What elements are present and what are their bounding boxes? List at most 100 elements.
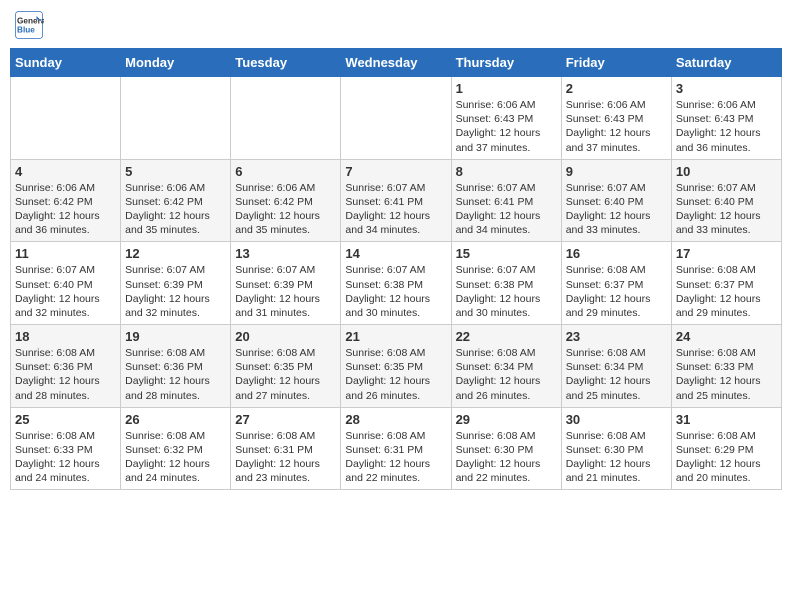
day-info: Sunrise: 6:07 AM Sunset: 6:39 PM Dayligh… [125,263,226,320]
day-number: 27 [235,412,336,427]
calendar-cell: 29 Sunrise: 6:08 AM Sunset: 6:30 PM Dayli… [451,407,561,490]
day-number: 20 [235,329,336,344]
calendar-cell: 27 Sunrise: 6:08 AM Sunset: 6:31 PM Dayli… [231,407,341,490]
svg-text:General: General [17,17,44,26]
day-number: 16 [566,246,667,261]
day-info: Sunrise: 6:08 AM Sunset: 6:34 PM Dayligh… [456,346,557,403]
calendar-cell: 17 Sunrise: 6:08 AM Sunset: 6:37 PM Dayli… [671,242,781,325]
calendar-cell: 30 Sunrise: 6:08 AM Sunset: 6:30 PM Dayli… [561,407,671,490]
day-info: Sunrise: 6:06 AM Sunset: 6:43 PM Dayligh… [676,98,777,155]
day-number: 23 [566,329,667,344]
day-info: Sunrise: 6:08 AM Sunset: 6:34 PM Dayligh… [566,346,667,403]
day-number: 3 [676,81,777,96]
calendar-cell: 1Sunrise: 6:06 AM Sunset: 6:43 PM Daylig… [451,77,561,160]
day-info: Sunrise: 6:07 AM Sunset: 6:38 PM Dayligh… [345,263,446,320]
day-info: Sunrise: 6:08 AM Sunset: 6:33 PM Dayligh… [15,429,116,486]
calendar-cell: 7Sunrise: 6:07 AM Sunset: 6:41 PM Daylig… [341,159,451,242]
day-info: Sunrise: 6:08 AM Sunset: 6:32 PM Dayligh… [125,429,226,486]
day-number: 28 [345,412,446,427]
day-info: Sunrise: 6:08 AM Sunset: 6:30 PM Dayligh… [456,429,557,486]
day-number: 4 [15,164,116,179]
day-info: Sunrise: 6:07 AM Sunset: 6:40 PM Dayligh… [676,181,777,238]
calendar-cell: 5 Sunrise: 6:06 AM Sunset: 6:42 PM Daylig… [121,159,231,242]
day-number: 2 [566,81,667,96]
calendar-cell: 19 Sunrise: 6:08 AM Sunset: 6:36 PM Dayli… [121,325,231,408]
day-info: Sunrise: 6:07 AM Sunset: 6:40 PM Dayligh… [566,181,667,238]
day-info: Sunrise: 6:08 AM Sunset: 6:35 PM Dayligh… [345,346,446,403]
svg-text:Blue: Blue [17,26,35,35]
day-info: Sunrise: 6:07 AM Sunset: 6:41 PM Dayligh… [456,181,557,238]
day-number: 24 [676,329,777,344]
day-info: Sunrise: 6:07 AM Sunset: 6:40 PM Dayligh… [15,263,116,320]
calendar-cell: 10 Sunrise: 6:07 AM Sunset: 6:40 PM Dayli… [671,159,781,242]
day-number: 26 [125,412,226,427]
weekday-header-sunday: Sunday [11,49,121,77]
day-info: Sunrise: 6:08 AM Sunset: 6:37 PM Dayligh… [566,263,667,320]
calendar-cell [121,77,231,160]
calendar-cell: 15 Sunrise: 6:07 AM Sunset: 6:38 PM Dayli… [451,242,561,325]
calendar-cell: 2 Sunrise: 6:06 AM Sunset: 6:43 PM Daylig… [561,77,671,160]
calendar-cell: 16 Sunrise: 6:08 AM Sunset: 6:37 PM Dayli… [561,242,671,325]
calendar-cell: 25 Sunrise: 6:08 AM Sunset: 6:33 PM Dayli… [11,407,121,490]
day-info: Sunrise: 6:06 AM Sunset: 6:42 PM Dayligh… [235,181,336,238]
calendar-cell: 23 Sunrise: 6:08 AM Sunset: 6:34 PM Dayli… [561,325,671,408]
day-number: 9 [566,164,667,179]
day-number: 30 [566,412,667,427]
day-info: Sunrise: 6:07 AM Sunset: 6:41 PM Dayligh… [345,181,446,238]
day-number: 17 [676,246,777,261]
day-info: Sunrise: 6:08 AM Sunset: 6:31 PM Dayligh… [345,429,446,486]
weekday-header-monday: Monday [121,49,231,77]
calendar-cell: 18Sunrise: 6:08 AM Sunset: 6:36 PM Dayli… [11,325,121,408]
day-number: 29 [456,412,557,427]
calendar-cell: 8 Sunrise: 6:07 AM Sunset: 6:41 PM Daylig… [451,159,561,242]
day-info: Sunrise: 6:08 AM Sunset: 6:30 PM Dayligh… [566,429,667,486]
day-number: 19 [125,329,226,344]
weekday-header-saturday: Saturday [671,49,781,77]
day-number: 11 [15,246,116,261]
day-info: Sunrise: 6:07 AM Sunset: 6:38 PM Dayligh… [456,263,557,320]
calendar-cell: 22 Sunrise: 6:08 AM Sunset: 6:34 PM Dayli… [451,325,561,408]
calendar-cell [11,77,121,160]
calendar-cell: 13 Sunrise: 6:07 AM Sunset: 6:39 PM Dayli… [231,242,341,325]
day-number: 18 [15,329,116,344]
day-number: 5 [125,164,226,179]
calendar-cell: 24Sunrise: 6:08 AM Sunset: 6:33 PM Dayli… [671,325,781,408]
calendar-cell: 3 Sunrise: 6:06 AM Sunset: 6:43 PM Daylig… [671,77,781,160]
weekday-header-friday: Friday [561,49,671,77]
day-number: 22 [456,329,557,344]
calendar-cell: 20 Sunrise: 6:08 AM Sunset: 6:35 PM Dayli… [231,325,341,408]
day-number: 15 [456,246,557,261]
page-header: General Blue [10,10,782,40]
day-number: 8 [456,164,557,179]
day-info: Sunrise: 6:06 AM Sunset: 6:43 PM Dayligh… [566,98,667,155]
calendar-cell: 11 Sunrise: 6:07 AM Sunset: 6:40 PM Dayli… [11,242,121,325]
day-info: Sunrise: 6:08 AM Sunset: 6:35 PM Dayligh… [235,346,336,403]
day-info: Sunrise: 6:08 AM Sunset: 6:29 PM Dayligh… [676,429,777,486]
calendar-cell [231,77,341,160]
day-number: 21 [345,329,446,344]
day-number: 31 [676,412,777,427]
day-number: 13 [235,246,336,261]
calendar-cell: 28 Sunrise: 6:08 AM Sunset: 6:31 PM Dayli… [341,407,451,490]
day-info: Sunrise: 6:08 AM Sunset: 6:36 PM Dayligh… [125,346,226,403]
weekday-header-tuesday: Tuesday [231,49,341,77]
day-number: 6 [235,164,336,179]
day-number: 25 [15,412,116,427]
calendar-table: SundayMondayTuesdayWednesdayThursdayFrid… [10,48,782,490]
calendar-cell: 9 Sunrise: 6:07 AM Sunset: 6:40 PM Daylig… [561,159,671,242]
calendar-cell: 21 Sunrise: 6:08 AM Sunset: 6:35 PM Dayli… [341,325,451,408]
logo-icon: General Blue [14,10,44,40]
day-info: Sunrise: 6:06 AM Sunset: 6:42 PM Dayligh… [125,181,226,238]
day-info: Sunrise: 6:06 AM Sunset: 6:42 PM Dayligh… [15,181,116,238]
calendar-cell: 14 Sunrise: 6:07 AM Sunset: 6:38 PM Dayli… [341,242,451,325]
weekday-header-wednesday: Wednesday [341,49,451,77]
calendar-cell: 4 Sunrise: 6:06 AM Sunset: 6:42 PM Daylig… [11,159,121,242]
weekday-header-thursday: Thursday [451,49,561,77]
day-info: Sunrise: 6:08 AM Sunset: 6:31 PM Dayligh… [235,429,336,486]
day-number: 14 [345,246,446,261]
day-info: Sunrise: 6:07 AM Sunset: 6:39 PM Dayligh… [235,263,336,320]
calendar-cell: 31 Sunrise: 6:08 AM Sunset: 6:29 PM Dayli… [671,407,781,490]
day-number: 10 [676,164,777,179]
day-info: Sunrise: 6:08 AM Sunset: 6:37 PM Dayligh… [676,263,777,320]
calendar-cell: 26 Sunrise: 6:08 AM Sunset: 6:32 PM Dayli… [121,407,231,490]
